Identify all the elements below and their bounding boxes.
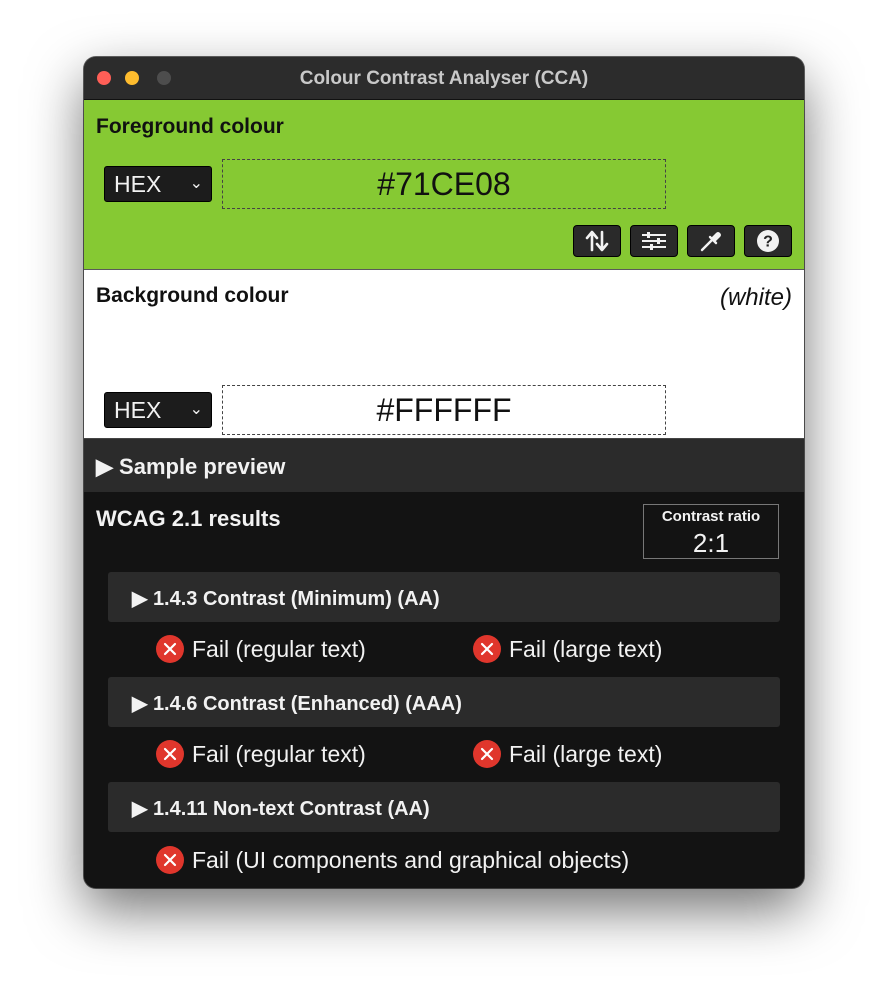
result-text: Fail (large text) [509, 635, 663, 662]
fail-icon [156, 846, 184, 874]
result-item: Fail (regular text) [156, 740, 366, 768]
chevron-down-icon: ⌄ [189, 401, 203, 418]
background-format-value: HEX [114, 397, 162, 423]
contrast-ratio-box: Contrast ratio 2:1 [643, 504, 779, 559]
result-item: Fail (UI components and graphical object… [156, 846, 629, 874]
fail-icon [156, 740, 184, 768]
sample-preview-toggle[interactable]: ▶ Sample preview [84, 438, 804, 493]
results-title: WCAG 2.1 results [96, 506, 281, 531]
criterion-label: ▶ 1.4.6 Contrast (Enhanced) (AAA) [132, 693, 462, 715]
criterion-label: ▶ 1.4.11 Non-text Contrast (AA) [132, 798, 430, 820]
sliders-icon [642, 232, 666, 250]
background-hex-input[interactable]: #FFFFFF [222, 385, 666, 435]
title-bar: Colour Contrast Analyser (CCA) [84, 57, 804, 100]
contrast-ratio-value: 2:1 [692, 528, 730, 558]
criterion-1-4-6-toggle[interactable]: ▶ 1.4.6 Contrast (Enhanced) (AAA) [108, 677, 780, 727]
result-item: Fail (regular text) [156, 635, 366, 663]
foreground-help-button[interactable]: ? [744, 225, 792, 257]
background-label: Background colour [96, 284, 289, 307]
svg-text:?: ? [763, 234, 773, 251]
help-icon: ? [757, 230, 779, 252]
result-text: Fail (regular text) [192, 635, 366, 662]
result-text: Fail (large text) [509, 740, 663, 767]
swap-icon [585, 230, 609, 252]
foreground-panel: Foreground colour HEX ⌄ #71CE08 ? [84, 100, 804, 270]
foreground-adjust-button[interactable] [630, 225, 678, 257]
criterion-label: ▶ 1.4.3 Contrast (Minimum) (AA) [132, 588, 440, 610]
swap-colours-button[interactable] [573, 225, 621, 257]
app-window: Colour Contrast Analyser (CCA) Foregroun… [84, 57, 804, 888]
result-text: Fail (UI components and graphical object… [192, 846, 630, 873]
foreground-label: Foreground colour [96, 115, 284, 138]
contrast-ratio-label: Contrast ratio [661, 508, 761, 525]
foreground-eyedropper-button[interactable] [687, 225, 735, 257]
sample-preview-label: ▶ Sample preview [96, 454, 286, 479]
criterion-1-4-11-toggle[interactable]: ▶ 1.4.11 Non-text Contrast (AA) [108, 782, 780, 832]
chevron-down-icon: ⌄ [189, 175, 203, 192]
fail-icon [473, 740, 501, 768]
background-format-select[interactable]: HEX ⌄ [104, 392, 212, 428]
foreground-format-select[interactable]: HEX ⌄ [104, 166, 212, 202]
background-colour-name: (white) [719, 284, 792, 311]
foreground-format-value: HEX [114, 171, 162, 197]
foreground-hex-input[interactable]: #71CE08 [222, 159, 666, 209]
fail-icon [156, 635, 184, 663]
eyedropper-icon [700, 232, 721, 252]
result-item: Fail (large text) [473, 740, 662, 768]
wcag-results-section: WCAG 2.1 results Contrast ratio 2:1 ▶ 1.… [84, 492, 804, 888]
fail-icon [473, 635, 501, 663]
window-title: Colour Contrast Analyser (CCA) [299, 68, 589, 89]
background-panel: Background colour (white) HEX ⌄ #FFFFFF [84, 270, 804, 484]
criterion-1-4-3-toggle[interactable]: ▶ 1.4.3 Contrast (Minimum) (AA) [108, 572, 780, 622]
result-text: Fail (regular text) [192, 740, 366, 767]
result-item: Fail (large text) [473, 635, 662, 663]
